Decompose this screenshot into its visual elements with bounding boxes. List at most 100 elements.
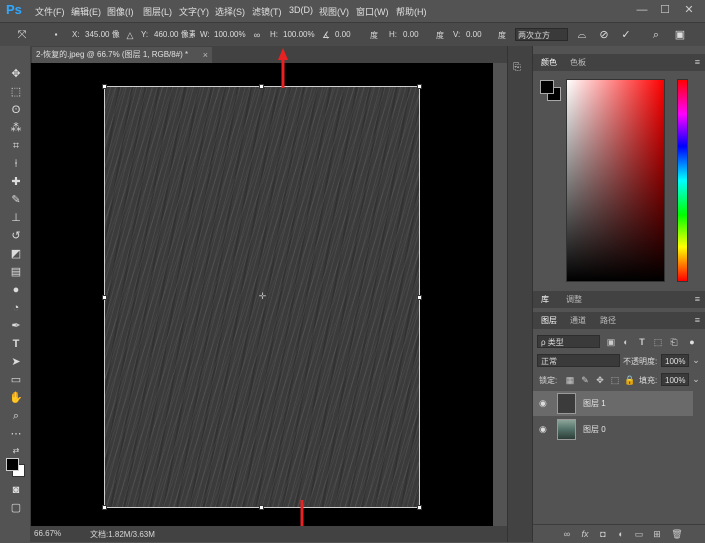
- interpolation-select[interactable]: 两次立方: [515, 28, 568, 41]
- menu-image[interactable]: 图像(I): [107, 5, 134, 18]
- move-tool-icon[interactable]: ✥: [7, 66, 25, 82]
- document-tab[interactable]: 2-恢复的.jpeg @ 66.7% (图层 1, RGB/8#) * ×: [32, 47, 212, 63]
- adjustment-layer-icon[interactable]: ◐: [615, 528, 627, 540]
- delete-layer-icon[interactable]: 🗑: [671, 528, 683, 540]
- filter-type-icon[interactable]: T: [636, 336, 648, 348]
- type-tool-icon[interactable]: T: [7, 336, 25, 352]
- gradient-tool-icon[interactable]: ▤: [7, 264, 25, 280]
- close-document-icon[interactable]: ×: [203, 47, 208, 63]
- hand-tool-icon[interactable]: ✋: [7, 390, 25, 406]
- history-panel-icon[interactable]: ⎘: [513, 62, 521, 73]
- menu-select[interactable]: 选择(S): [215, 5, 245, 18]
- eraser-tool-icon[interactable]: ◩: [7, 246, 25, 262]
- menu-help[interactable]: 帮助(H): [396, 5, 427, 18]
- swap-colors-icon[interactable]: ⇄: [7, 443, 25, 459]
- cancel-transform-icon[interactable]: ⊘: [596, 27, 612, 43]
- blur-tool-icon[interactable]: ●: [7, 282, 25, 298]
- eyedropper-tool-icon[interactable]: ⍿: [7, 156, 25, 172]
- x-input[interactable]: 345.00 像素: [83, 28, 120, 41]
- opacity-dropdown-icon[interactable]: ⌄: [690, 354, 702, 366]
- relative-position-icon[interactable]: △: [122, 27, 138, 43]
- workspace-icon[interactable]: ▣: [672, 27, 688, 43]
- history-brush-tool-icon[interactable]: ↺: [7, 228, 25, 244]
- layer-row-1[interactable]: ◉ 图层 1: [533, 391, 693, 416]
- menu-3d[interactable]: 3D(D): [289, 5, 313, 15]
- visibility-eye-icon[interactable]: ◉: [539, 424, 547, 435]
- menu-type[interactable]: 文字(Y): [179, 5, 209, 18]
- filter-smart-object-icon[interactable]: ⎗: [668, 336, 680, 348]
- fill-dropdown-icon[interactable]: ⌄: [690, 373, 702, 385]
- quick-mask-icon[interactable]: ◙: [7, 482, 25, 498]
- lasso-tool-icon[interactable]: ʘ: [7, 102, 25, 118]
- angle-input[interactable]: 0.00: [333, 28, 367, 41]
- rectangle-tool-icon[interactable]: ▭: [7, 372, 25, 388]
- maximize-button[interactable]: ☐: [656, 3, 674, 18]
- tab-color[interactable]: 颜色: [541, 57, 557, 68]
- crop-tool-icon[interactable]: ⌗: [7, 138, 25, 154]
- layer-row-0[interactable]: ◉ 图层 0: [533, 417, 693, 442]
- layer-style-icon[interactable]: fx: [579, 528, 591, 540]
- path-selection-tool-icon[interactable]: ➤: [7, 354, 25, 370]
- transform-center-icon[interactable]: ✛: [258, 292, 267, 301]
- filter-toggle-icon[interactable]: ●: [686, 336, 698, 348]
- pen-tool-icon[interactable]: ✒: [7, 318, 25, 334]
- y-input[interactable]: 460.00 像素: [152, 28, 195, 41]
- transform-handle-bottom-right[interactable]: [417, 505, 422, 510]
- link-icon[interactable]: ∞: [249, 27, 265, 43]
- screen-mode-icon[interactable]: ▢: [7, 500, 25, 516]
- color-picker-field[interactable]: [566, 79, 665, 282]
- transform-handle-bottom-left[interactable]: [102, 505, 107, 510]
- vskew-input[interactable]: 0.00: [464, 28, 497, 41]
- close-window-button[interactable]: ✕: [680, 3, 698, 18]
- visibility-eye-icon[interactable]: ◉: [539, 398, 547, 409]
- transform-handle-top-right[interactable]: [417, 84, 422, 89]
- filter-shape-icon[interactable]: ⬚: [652, 336, 664, 348]
- lock-artboard-icon[interactable]: ⬚: [609, 374, 621, 386]
- lock-transparent-icon[interactable]: ▦: [564, 374, 576, 386]
- new-group-icon[interactable]: ▭: [633, 528, 645, 540]
- transform-handle-bottom[interactable]: [259, 505, 264, 510]
- filter-adjustment-icon[interactable]: ◐: [620, 336, 632, 348]
- magic-wand-tool-icon[interactable]: ⁂: [7, 120, 25, 136]
- commit-transform-icon[interactable]: ✓: [618, 27, 634, 43]
- foreground-color-swatch[interactable]: [6, 458, 19, 471]
- opacity-input[interactable]: 100%: [661, 354, 689, 367]
- library-panel-menu-icon[interactable]: ≡: [695, 294, 700, 304]
- transform-handle-top[interactable]: [259, 84, 264, 89]
- layer-filter-select[interactable]: ρ 类型: [537, 335, 600, 348]
- blend-mode-select[interactable]: 正常: [537, 354, 620, 367]
- more-tools-icon[interactable]: ⋯: [7, 426, 25, 442]
- tab-library[interactable]: 库: [541, 294, 549, 305]
- h-input[interactable]: 100.00%: [281, 28, 316, 41]
- dodge-tool-icon[interactable]: ◔: [7, 300, 25, 316]
- menu-filter[interactable]: 滤镜(T): [252, 5, 282, 18]
- filter-pixel-icon[interactable]: ▣: [605, 336, 617, 348]
- tab-paths[interactable]: 路径: [600, 315, 616, 326]
- menu-edit[interactable]: 编辑(E): [71, 5, 101, 18]
- fill-input[interactable]: 100%: [661, 373, 689, 386]
- hue-slider[interactable]: [677, 79, 688, 282]
- panel-foreground-swatch[interactable]: [540, 80, 554, 94]
- menu-window[interactable]: 窗口(W): [356, 5, 389, 18]
- lock-all-icon[interactable]: 🔒: [624, 374, 636, 386]
- layer-name[interactable]: 图层 1: [583, 398, 606, 409]
- tab-adjustments[interactable]: 调整: [566, 294, 582, 305]
- healing-brush-tool-icon[interactable]: ✚: [7, 174, 25, 190]
- zoom-level[interactable]: 66.67%: [34, 529, 61, 538]
- marquee-tool-icon[interactable]: ⬚: [7, 84, 25, 100]
- new-layer-icon[interactable]: ⊞: [651, 528, 663, 540]
- menu-layer[interactable]: 图层(L): [143, 5, 172, 18]
- hskew-input[interactable]: 0.00: [401, 28, 434, 41]
- lock-image-icon[interactable]: ✎: [579, 374, 591, 386]
- brush-tool-icon[interactable]: ✎: [7, 192, 25, 208]
- layer-name[interactable]: 图层 0: [583, 424, 606, 435]
- w-input[interactable]: 100.00%: [212, 28, 246, 41]
- minimize-button[interactable]: —: [633, 3, 651, 18]
- tab-channels[interactable]: 通道: [570, 315, 586, 326]
- zoom-tool-icon[interactable]: ⌕: [7, 408, 25, 424]
- transform-handle-left[interactable]: [102, 295, 107, 300]
- search-icon[interactable]: ⌕: [648, 27, 664, 43]
- link-layers-icon[interactable]: ∞: [561, 528, 573, 540]
- transform-tool-icon[interactable]: ⤧: [14, 27, 30, 43]
- warp-mode-icon[interactable]: ⌓: [574, 27, 590, 43]
